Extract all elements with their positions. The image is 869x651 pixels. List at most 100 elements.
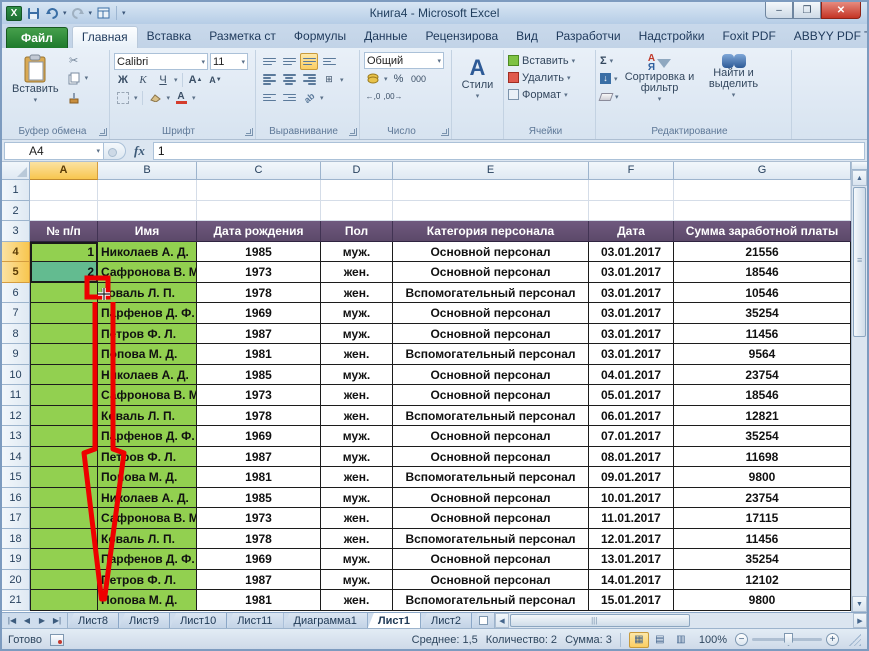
- ribbon-tab-Главная[interactable]: Главная: [72, 26, 138, 48]
- sheet-tab-Лист9[interactable]: Лист9: [119, 613, 170, 628]
- orientation-icon[interactable]: ab: [297, 85, 322, 110]
- cell-E4[interactable]: Основной персонал: [393, 242, 589, 263]
- cell-E20[interactable]: Основной персонал: [393, 570, 589, 591]
- fill-color-caret[interactable]: ▾: [167, 94, 171, 102]
- horizontal-scrollbar[interactable]: ◀ ▶: [494, 613, 867, 628]
- increase-indent-icon[interactable]: [280, 89, 298, 106]
- align-top-icon[interactable]: [260, 53, 278, 70]
- cell-D19[interactable]: муж.: [321, 549, 393, 570]
- cell-F8[interactable]: 03.01.2017: [589, 324, 674, 345]
- redo-dropdown-caret[interactable]: ▾: [89, 9, 93, 17]
- cell-A13[interactable]: [30, 426, 98, 447]
- name-box[interactable]: A4▾: [4, 142, 104, 160]
- cell-G3[interactable]: Сумма заработной платы: [674, 221, 851, 242]
- fill-color-icon[interactable]: [147, 89, 165, 106]
- cell-F10[interactable]: 04.01.2017: [589, 365, 674, 386]
- cell-G7[interactable]: 35254: [674, 303, 851, 324]
- cell-B4[interactable]: Николаев А. Д.: [98, 242, 197, 263]
- macro-record-icon[interactable]: [50, 634, 64, 646]
- cell-G2[interactable]: [674, 201, 851, 222]
- grow-font-icon[interactable]: А▲: [187, 71, 205, 88]
- page-layout-view-icon[interactable]: ▤: [650, 632, 670, 648]
- cell-C9[interactable]: 1981: [197, 344, 321, 365]
- cell-C8[interactable]: 1987: [197, 324, 321, 345]
- cell-E12[interactable]: Вспомогательный персонал: [393, 406, 589, 427]
- save-icon[interactable]: [25, 5, 41, 21]
- row-header-7[interactable]: 7: [2, 303, 30, 324]
- row-header-3[interactable]: 3: [2, 221, 30, 242]
- align-middle-icon[interactable]: [280, 53, 298, 70]
- row-header-18[interactable]: 18: [2, 529, 30, 550]
- ribbon-tab-Данные[interactable]: Данные: [355, 26, 416, 48]
- cell-A14[interactable]: [30, 447, 98, 468]
- thousands-icon[interactable]: 000: [410, 70, 428, 87]
- cell-A18[interactable]: [30, 529, 98, 550]
- cell-D21[interactable]: жен.: [321, 590, 393, 611]
- cell-G9[interactable]: 9564: [674, 344, 851, 365]
- ribbon-tab-Надстройки[interactable]: Надстройки: [630, 26, 714, 48]
- cell-E13[interactable]: Основной персонал: [393, 426, 589, 447]
- select-all-corner[interactable]: [2, 162, 30, 180]
- cell-F13[interactable]: 07.01.2017: [589, 426, 674, 447]
- vertical-scrollbar[interactable]: ▲ ▼: [851, 162, 867, 612]
- scroll-split-handle[interactable]: [852, 162, 867, 170]
- cell-D9[interactable]: жен.: [321, 344, 393, 365]
- cell-F5[interactable]: 03.01.2017: [589, 262, 674, 283]
- sheet-tab-Диаграмма1[interactable]: Диаграмма1: [284, 613, 368, 628]
- font-family-select[interactable]: Calibri▾: [114, 53, 208, 70]
- cell-A17[interactable]: [30, 508, 98, 529]
- cell-A9[interactable]: [30, 344, 98, 365]
- name-box-caret[interactable]: ▾: [96, 147, 103, 155]
- sheet-tab-Лист10[interactable]: Лист10: [170, 613, 227, 628]
- normal-view-icon[interactable]: ▦: [629, 632, 649, 648]
- insert-worksheet-tab[interactable]: [472, 613, 494, 628]
- cell-C13[interactable]: 1969: [197, 426, 321, 447]
- cell-F14[interactable]: 08.01.2017: [589, 447, 674, 468]
- ribbon-tab-Разработчи[interactable]: Разработчи: [547, 26, 630, 48]
- cell-D2[interactable]: [321, 201, 393, 222]
- zoom-out-icon[interactable]: −: [735, 633, 748, 646]
- row-header-16[interactable]: 16: [2, 488, 30, 509]
- cell-B19[interactable]: Парфенов Д. Ф.: [98, 549, 197, 570]
- cell-D1[interactable]: [321, 180, 393, 201]
- cell-F9[interactable]: 03.01.2017: [589, 344, 674, 365]
- cell-G6[interactable]: 10546: [674, 283, 851, 304]
- italic-button[interactable]: К: [134, 71, 152, 88]
- cell-D13[interactable]: муж.: [321, 426, 393, 447]
- ribbon-tab-Рецензирова[interactable]: Рецензирова: [416, 26, 507, 48]
- row-header-17[interactable]: 17: [2, 508, 30, 529]
- cell-F2[interactable]: [589, 201, 674, 222]
- cell-G19[interactable]: 35254: [674, 549, 851, 570]
- cell-D14[interactable]: муж.: [321, 447, 393, 468]
- undo-icon[interactable]: [44, 5, 60, 21]
- cell-C15[interactable]: 1981: [197, 467, 321, 488]
- font-dialog-launcher[interactable]: [245, 128, 253, 136]
- scroll-up-icon[interactable]: ▲: [852, 170, 867, 186]
- cell-E16[interactable]: Основной персонал: [393, 488, 589, 509]
- number-format-select[interactable]: Общий▾: [364, 52, 444, 69]
- row-header-8[interactable]: 8: [2, 324, 30, 345]
- ribbon-tab-ABBYY PDF T[interactable]: ABBYY PDF T: [785, 26, 869, 48]
- styles-button[interactable]: А Стили ▾: [456, 54, 499, 104]
- cell-F3[interactable]: Дата: [589, 221, 674, 242]
- cell-F11[interactable]: 05.01.2017: [589, 385, 674, 406]
- cell-D5[interactable]: жен.: [321, 262, 393, 283]
- row-header-1[interactable]: 1: [2, 180, 30, 201]
- cell-A10[interactable]: [30, 365, 98, 386]
- wrap-text-icon[interactable]: [320, 53, 338, 70]
- cell-G12[interactable]: 12821: [674, 406, 851, 427]
- cell-G1[interactable]: [674, 180, 851, 201]
- cell-A6[interactable]: [30, 283, 98, 304]
- cell-E15[interactable]: Вспомогательный персонал: [393, 467, 589, 488]
- format-cells-button[interactable]: Формат▾: [508, 86, 591, 103]
- cell-F4[interactable]: 03.01.2017: [589, 242, 674, 263]
- row-header-12[interactable]: 12: [2, 406, 30, 427]
- cell-B6[interactable]: Коваль Л. П.: [98, 283, 197, 304]
- find-select-button[interactable]: Найти и выделить▾: [701, 52, 767, 107]
- excel-logo-icon[interactable]: X: [6, 6, 22, 21]
- cell-B9[interactable]: Попова М. Д.: [98, 344, 197, 365]
- cell-F1[interactable]: [589, 180, 674, 201]
- column-header-A[interactable]: A: [30, 162, 98, 180]
- cell-E11[interactable]: Основной персонал: [393, 385, 589, 406]
- cell-C10[interactable]: 1985: [197, 365, 321, 386]
